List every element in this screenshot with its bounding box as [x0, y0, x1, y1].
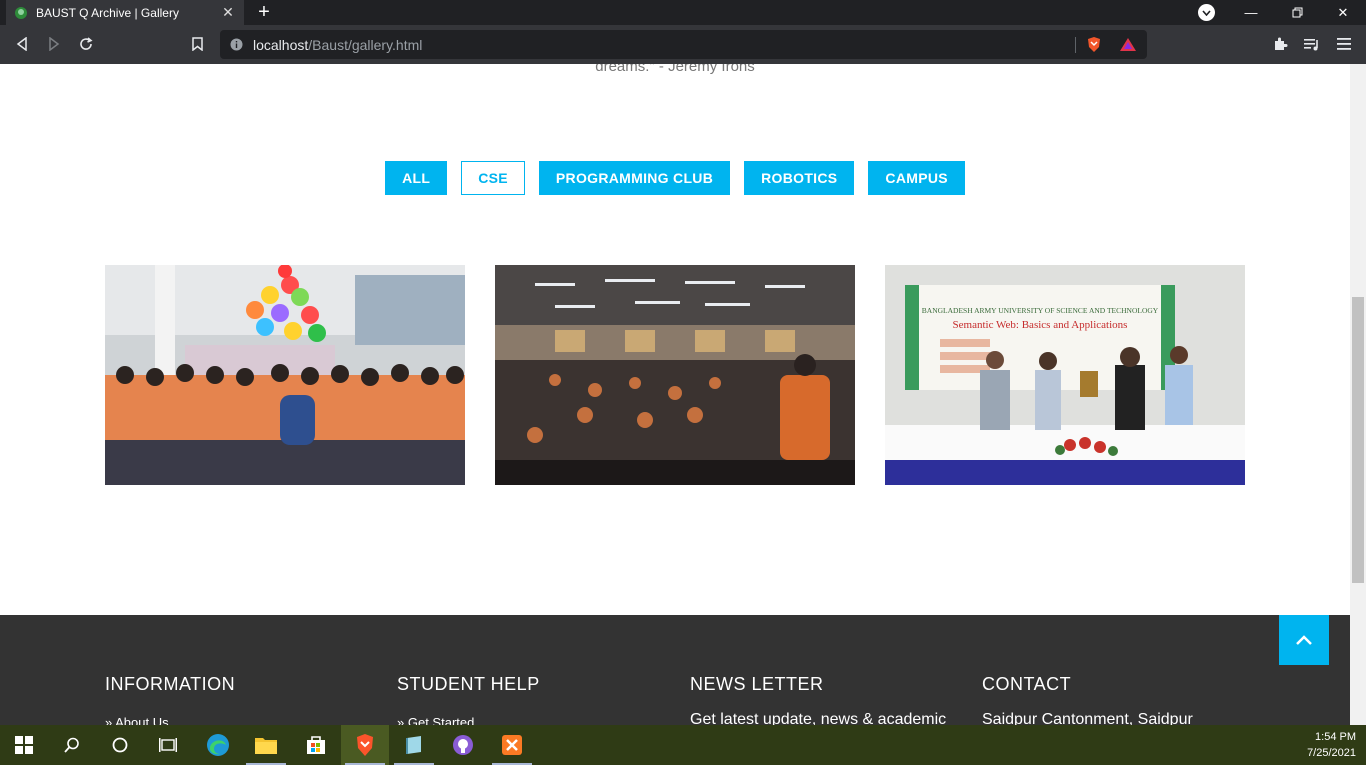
footer-student-help-column: STUDENT HELP » Get Started	[397, 674, 540, 725]
browser-toolbar: localhost/Baust/gallery.html	[0, 25, 1366, 64]
filter-programming-club-button[interactable]: PROGRAMMING CLUB	[538, 161, 731, 195]
notebook-app-icon[interactable]	[390, 725, 438, 765]
brave-rewards-icon[interactable]	[1119, 37, 1137, 52]
start-windows-icon[interactable]	[0, 725, 48, 765]
filter-cse-button[interactable]: CSE	[461, 161, 525, 195]
media-queue-icon[interactable]	[1300, 32, 1324, 56]
extensions-icon[interactable]	[1268, 32, 1292, 56]
gallery-photo-auditorium-seminar[interactable]	[495, 265, 855, 485]
site-favicon-icon	[15, 6, 27, 19]
footer-newsletter-text: Get latest update, news & academic	[690, 711, 947, 725]
os-taskbar: 1:54 PM 7/25/2021	[0, 725, 1366, 765]
reload-icon[interactable]	[74, 32, 98, 56]
new-tab-icon[interactable]: +	[254, 1, 274, 23]
gallery-grid: BANGLADESH ARMY UNIVERSITY OF SCIENCE AN…	[105, 265, 1245, 485]
footer-newsletter-column: NEWS LETTER Get latest update, news & ac…	[690, 674, 946, 725]
brave-browser-taskbar-icon[interactable]	[341, 725, 389, 765]
tab-close-icon[interactable]: ✕	[220, 4, 236, 21]
scrollbar-thumb[interactable]	[1352, 297, 1364, 583]
footer-link-get-started[interactable]: » Get Started	[397, 715, 540, 725]
forward-icon[interactable]	[42, 32, 66, 56]
site-footer: INFORMATION » About Us STUDENT HELP » Ge…	[0, 615, 1350, 725]
task-view-icon[interactable]	[144, 725, 192, 765]
footer-link-get-started-label: Get Started	[407, 715, 475, 725]
quote-text: dreams." - Jeremy Irons	[595, 64, 755, 75]
footer-student-help-heading: STUDENT HELP	[397, 674, 540, 694]
footer-contact-heading: CONTACT	[982, 674, 1072, 694]
footer-link-about-us[interactable]: » About Us	[105, 715, 235, 725]
gallery-photo-event-crowd-balloons[interactable]	[105, 265, 465, 485]
minimize-icon[interactable]: —	[1228, 0, 1274, 25]
banner-university-text: BANGLADESH ARMY UNIVERSITY OF SCIENCE AN…	[922, 306, 1159, 315]
footer-contact-column: CONTACT Saidpur Cantonment, Saidpur	[982, 674, 1193, 725]
menu-icon[interactable]	[1332, 32, 1356, 56]
url-text: localhost/Baust/gallery.html	[253, 37, 422, 53]
edge-browser-icon[interactable]	[194, 725, 242, 765]
close-window-icon[interactable]: ✕	[1320, 0, 1366, 25]
store-icon[interactable]	[292, 725, 340, 765]
page-viewport: dreams." - Jeremy Irons ALL CSE PROGRAMM…	[0, 64, 1350, 725]
url-path: /Baust/gallery.html	[308, 36, 423, 53]
xampp-icon[interactable]	[488, 725, 536, 765]
back-icon[interactable]	[10, 32, 34, 56]
banner-seminar-title: Semantic Web: Basics and Applications	[953, 319, 1128, 331]
gallery-photo-award-ceremony[interactable]: BANGLADESH ARMY UNIVERSITY OF SCIENCE AN…	[885, 265, 1245, 485]
browser-tab-strip: BAUST Q Archive | Gallery ✕ + — ✕	[0, 0, 1366, 25]
link-chevron-icon: »	[397, 715, 405, 725]
page-scrollbar[interactable]	[1350, 64, 1366, 725]
url-host: localhost	[253, 36, 309, 53]
search-icon[interactable]	[48, 725, 96, 765]
site-info-icon[interactable]	[230, 38, 243, 51]
url-divider	[1075, 37, 1076, 53]
footer-information-column: INFORMATION » About Us	[105, 674, 235, 725]
footer-information-heading: INFORMATION	[105, 674, 236, 694]
system-clock[interactable]: 1:54 PM 7/25/2021	[1307, 729, 1356, 761]
address-bar[interactable]: localhost/Baust/gallery.html	[220, 30, 1147, 59]
gallery-filter-bar: ALL CSE PROGRAMMING CLUB ROBOTICS CAMPUS	[0, 161, 1350, 195]
tab-search-icon[interactable]	[1198, 4, 1215, 21]
clock-time: 1:54 PM	[1315, 731, 1356, 743]
footer-link-about-us-label: About Us	[115, 715, 169, 725]
link-chevron-icon: »	[105, 715, 113, 725]
footer-contact-address: Saidpur Cantonment, Saidpur	[982, 711, 1193, 725]
clock-date: 7/25/2021	[1307, 747, 1356, 759]
restore-icon[interactable]	[1274, 0, 1320, 25]
filter-all-button[interactable]: ALL	[385, 161, 448, 195]
bookmark-icon[interactable]	[185, 32, 209, 56]
tab-title: BAUST Q Archive | Gallery	[36, 5, 179, 20]
filter-campus-button[interactable]: CAMPUS	[868, 161, 965, 195]
filter-robotics-button[interactable]: ROBOTICS	[744, 161, 855, 195]
brave-shields-icon[interactable]	[1086, 36, 1102, 53]
chevron-up-icon	[1296, 635, 1312, 645]
back-to-top-button[interactable]	[1279, 615, 1329, 665]
github-desktop-icon[interactable]	[439, 725, 487, 765]
footer-newsletter-heading: NEWS LETTER	[690, 674, 824, 694]
browser-tab[interactable]: BAUST Q Archive | Gallery ✕	[6, 0, 244, 25]
cortana-icon[interactable]	[96, 725, 144, 765]
file-explorer-icon[interactable]	[242, 725, 290, 765]
